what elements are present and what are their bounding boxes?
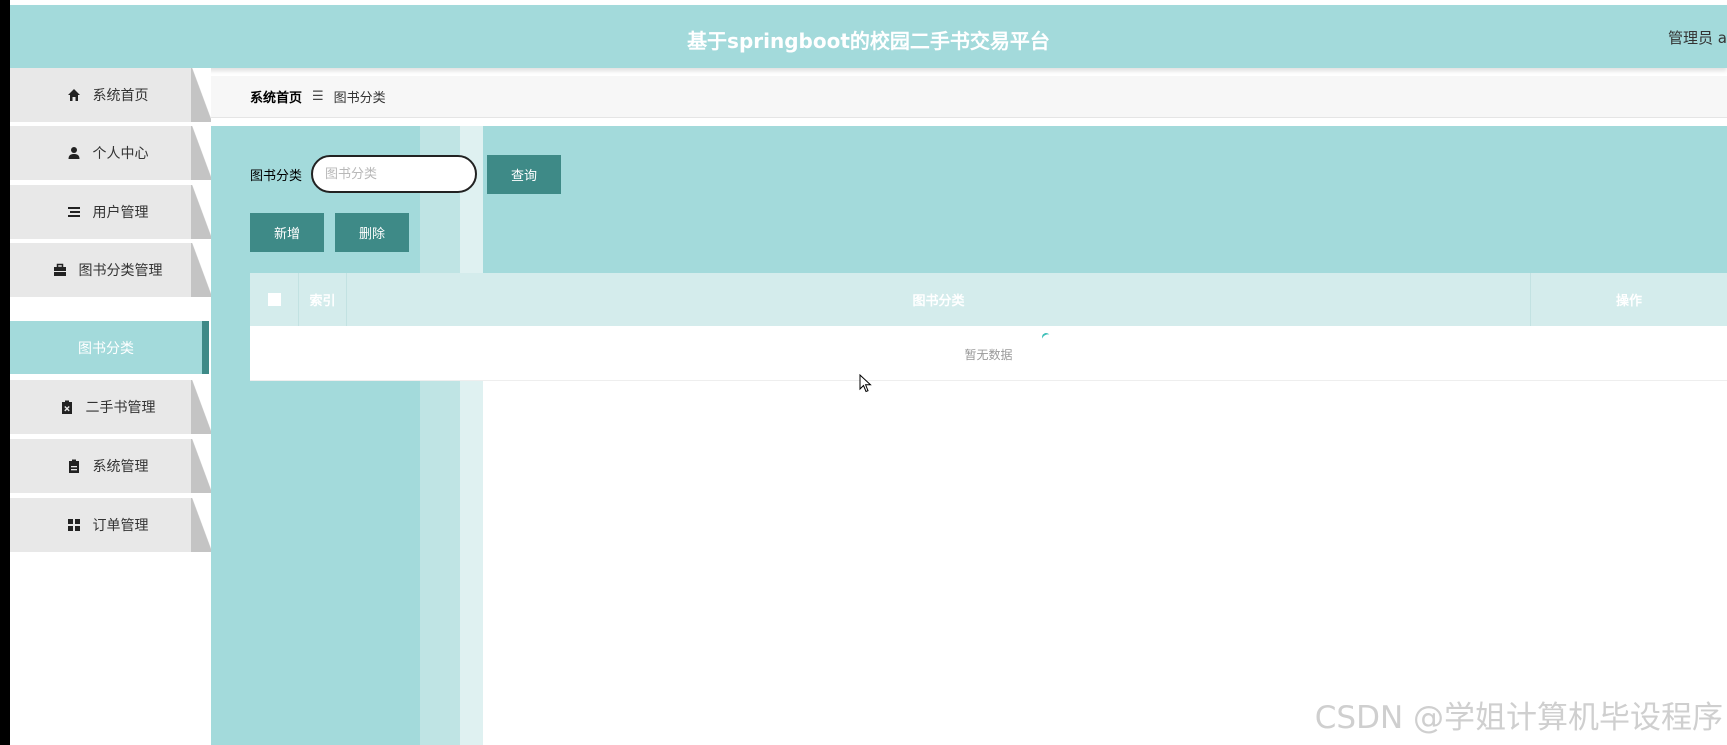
sidebar-item-secondhand-books[interactable]: 二手书管理 [10,380,211,434]
admin-user-menu[interactable]: 管理员 a [1668,27,1727,48]
window-left-edge [0,0,10,745]
decorative-stripe [460,126,483,745]
breadcrumb-home[interactable]: 系统首页 [250,87,302,106]
list-icon [67,205,81,219]
category-search-input[interactable] [311,155,478,193]
search-label: 图书分类 [250,168,303,184]
select-all-cell [250,273,299,326]
mouse-pointer-icon [859,374,872,393]
sidebar-item-orders[interactable]: 订单管理 [10,498,211,552]
sidebar: 系统首页 个人中心 用户管理 图书分类管理 图书分类 二手书管理 系统管理 订单… [10,68,211,745]
column-header-index[interactable]: 索引 [299,273,347,326]
breadcrumb-current: 图书分类 [333,91,386,106]
sidebar-subitem-book-category[interactable]: 图书分类 [10,321,209,374]
sidebar-item-label: 个人中心 [92,146,149,162]
top-header: 基于springboot的校园二手书交易平台 管理员 a [10,5,1727,68]
sidebar-item-home[interactable]: 系统首页 [10,68,211,122]
column-header-category[interactable]: 图书分类 [347,273,1531,326]
category-table: 索引 图书分类 操作 暂无数据 [250,273,1727,381]
content-blank-area [483,381,1727,745]
table-body: 暂无数据 [250,326,1727,381]
search-button[interactable]: 查询 [487,154,562,194]
user-icon [67,146,81,160]
sidebar-item-label: 系统首页 [92,88,149,104]
table-header: 索引 图书分类 操作 [250,273,1727,326]
select-all-checkbox[interactable] [267,293,281,306]
add-button[interactable]: 新增 [250,213,324,252]
sidebar-item-profile[interactable]: 个人中心 [10,126,211,180]
sidebar-item-label: 二手书管理 [85,400,156,416]
decorative-stripe [420,126,460,745]
delete-button[interactable]: 删除 [335,213,409,252]
sidebar-item-label: 订单管理 [92,518,149,534]
sidebar-item-label: 系统管理 [92,459,149,475]
sidebar-item-label: 用户管理 [92,205,149,221]
search-bar: 图书分类 查询 [250,154,562,194]
sidebar-subitem-label: 图书分类 [78,340,134,357]
main-area: 系统首页 ☰ 图书分类 图书分类 查询 新增 删除 索引 图书分类 操作 [211,68,1727,745]
breadcrumb-separator-icon: ☰ [312,89,324,104]
home-icon [67,88,81,102]
content-panel: 图书分类 查询 新增 删除 索引 图书分类 操作 暂无数据 [211,126,1727,745]
sidebar-item-label: 图书分类管理 [78,263,163,279]
loading-spinner-icon [1040,331,1052,343]
clipboard-icon [67,459,81,473]
clipboard-x-icon [60,400,74,414]
empty-state-text: 暂无数据 [964,348,1013,362]
watermark-text: CSDN @学姐计算机毕设程序 [1314,700,1723,736]
sidebar-item-system[interactable]: 系统管理 [10,439,211,493]
breadcrumb: 系统首页 ☰ 图书分类 [211,76,1727,118]
column-header-actions: 操作 [1615,294,1642,309]
sidebar-item-book-category-management[interactable]: 图书分类管理 [10,243,211,297]
site-title: 基于springboot的校园二手书交易平台 [687,29,1050,53]
sidebar-item-users[interactable]: 用户管理 [10,185,211,239]
grid-icon [67,518,81,532]
briefcase-icon [53,263,67,277]
